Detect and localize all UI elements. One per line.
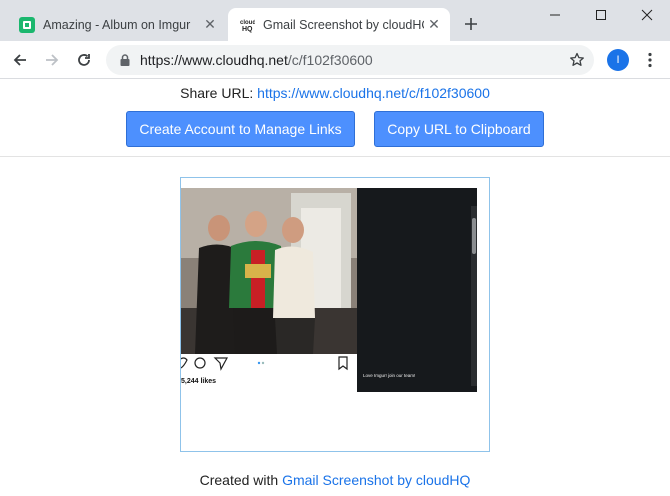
dark-side-panel bbox=[357, 188, 477, 392]
share-url-link[interactable]: https://www.cloudhq.net/c/f102f30600 bbox=[257, 85, 490, 101]
back-button[interactable] bbox=[8, 48, 32, 72]
tab-cloudhq[interactable]: cloud HQ Gmail Screenshot by cloudHQ ✕ bbox=[228, 8, 450, 41]
tab-title: Amazing - Album on Imgur bbox=[43, 17, 191, 32]
more-menu-icon[interactable] bbox=[640, 48, 660, 72]
share-url-row: Share URL: https://www.cloudhq.net/c/f10… bbox=[0, 85, 670, 101]
star-icon[interactable] bbox=[568, 51, 586, 69]
post-actions-bar bbox=[181, 354, 357, 392]
url-host: https://www.cloudhq.net bbox=[140, 52, 288, 68]
create-account-button[interactable]: Create Account to Manage Links bbox=[126, 111, 355, 147]
copy-url-button[interactable]: Copy URL to Clipboard bbox=[374, 111, 544, 147]
new-tab-button[interactable] bbox=[459, 12, 483, 36]
tab-strip: Amazing - Album on Imgur ✕ cloud HQ Gmail… bbox=[0, 0, 670, 41]
minimize-button[interactable] bbox=[532, 0, 578, 30]
footer-prefix: Created with bbox=[199, 472, 279, 488]
tab-imgur[interactable]: Amazing - Album on Imgur ✕ bbox=[8, 8, 226, 41]
forward-button[interactable] bbox=[40, 48, 64, 72]
screenshot-preview[interactable]: 5,244 likes Love Imgur! join our team! bbox=[180, 177, 490, 452]
likes-count: 5,244 likes bbox=[181, 378, 217, 385]
photo-image bbox=[181, 188, 357, 354]
url-path: /c/f102f30600 bbox=[287, 52, 373, 68]
svg-text:HQ: HQ bbox=[242, 26, 253, 33]
scrollbar-thumb bbox=[472, 218, 476, 254]
close-icon[interactable]: ✕ bbox=[200, 15, 220, 35]
imgur-icon bbox=[19, 16, 35, 33]
post-action-icons bbox=[181, 356, 348, 371]
lock-icon bbox=[118, 53, 132, 67]
url-text: https://www.cloudhq.net/c/f102f30600 bbox=[140, 52, 373, 68]
footer-link[interactable]: Gmail Screenshot by cloudHQ bbox=[282, 472, 470, 488]
share-label: Share URL: bbox=[180, 85, 254, 101]
tab-title: Gmail Screenshot by cloudHQ bbox=[263, 17, 424, 32]
window-close-button[interactable] bbox=[624, 0, 670, 30]
page-content: Share URL: https://www.cloudhq.net/c/f10… bbox=[0, 80, 670, 496]
reload-icon bbox=[78, 54, 90, 66]
address-bar[interactable]: https://www.cloudhq.net/c/f102f30600 bbox=[106, 45, 594, 75]
divider bbox=[0, 156, 670, 157]
browser-toolbar: https://www.cloudhq.net/c/f102f30600 I bbox=[0, 41, 670, 79]
arrow-left-icon bbox=[13, 54, 26, 66]
panel-caption: Love Imgur! join our team! bbox=[363, 373, 416, 378]
reload-button[interactable] bbox=[72, 48, 96, 72]
arrow-right-icon bbox=[46, 54, 59, 66]
profile-avatar[interactable]: I bbox=[607, 49, 629, 71]
cloudhq-icon: cloud HQ bbox=[239, 17, 255, 33]
close-icon[interactable]: ✕ bbox=[424, 15, 444, 35]
maximize-button[interactable] bbox=[578, 0, 624, 30]
footer: Created with Gmail Screenshot by cloudHQ bbox=[0, 472, 670, 488]
